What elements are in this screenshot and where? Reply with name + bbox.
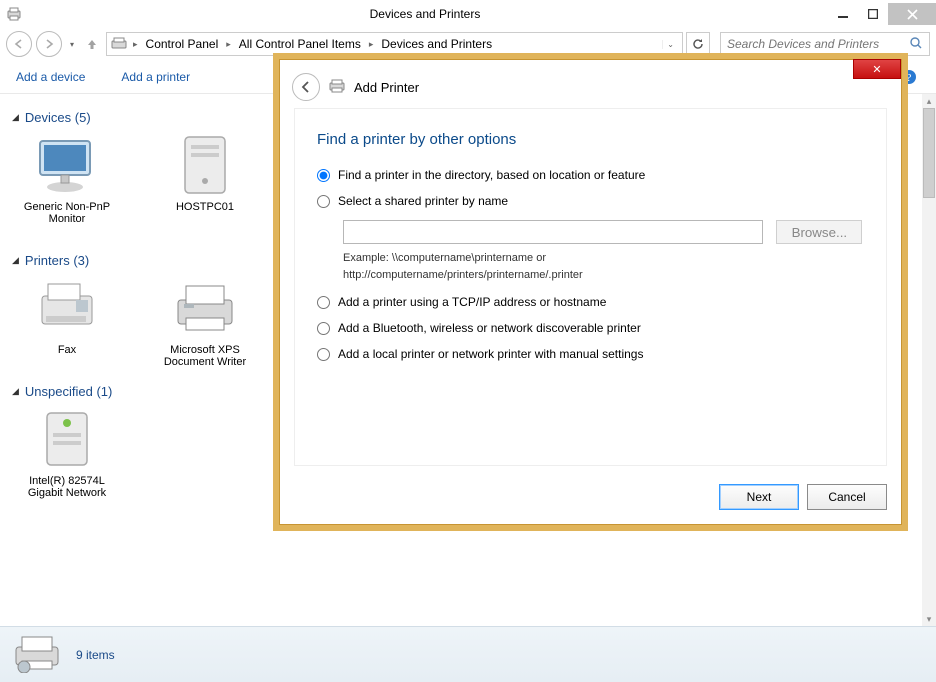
collapse-icon: ◢ [12, 386, 19, 397]
device-item-nic[interactable]: Intel(R) 82574L Gigabit Network [12, 407, 122, 499]
nav-up-button[interactable] [82, 34, 102, 54]
nav-forward-button[interactable] [36, 31, 62, 57]
add-device-link[interactable]: Add a device [16, 70, 85, 84]
radio-shared-name[interactable] [317, 195, 330, 208]
wizard-header: Add Printer [280, 60, 901, 108]
search-icon[interactable] [909, 36, 923, 53]
option-tcpip-label: Add a printer using a TCP/IP address or … [338, 295, 606, 309]
option-directory[interactable]: Find a printer in the directory, based o… [317, 168, 864, 182]
radio-tcpip[interactable] [317, 296, 330, 309]
maximize-button[interactable] [858, 3, 888, 25]
search-input[interactable] [727, 37, 903, 51]
status-text: 9 items [76, 648, 115, 662]
option-local[interactable]: Add a local printer or network printer w… [317, 347, 864, 361]
folder-printer-icon [111, 35, 129, 54]
breadcrumb-separator-icon[interactable]: ▸ [224, 39, 233, 50]
wizard-title: Add Printer [354, 80, 419, 95]
crumb-control-panel[interactable]: Control Panel [142, 35, 223, 53]
radio-bluetooth[interactable] [317, 322, 330, 335]
crumb-devices-printers[interactable]: Devices and Printers [377, 35, 496, 53]
pc-tower-icon [169, 133, 241, 197]
fax-icon [31, 276, 103, 340]
next-button[interactable]: Next [719, 484, 799, 510]
crumb-all-items[interactable]: All Control Panel Items [235, 35, 365, 53]
printer-app-icon [6, 6, 22, 22]
add-printer-dialog: ✕ Add Printer Find a printer by other op… [279, 59, 902, 525]
printer-item-fax[interactable]: Fax [12, 276, 122, 368]
item-label: Generic Non-PnP Monitor [12, 201, 122, 225]
scroll-down-icon[interactable]: ▾ [922, 612, 936, 626]
window-title: Devices and Printers [22, 7, 828, 21]
add-printer-link[interactable]: Add a printer [121, 70, 190, 84]
item-label: Microsoft XPS Document Writer [150, 344, 260, 368]
collapse-icon: ◢ [12, 112, 19, 123]
nav-history-dropdown[interactable]: ▾ [66, 40, 78, 49]
group-label-printers: Printers (3) [25, 253, 89, 268]
option-directory-label: Find a printer in the directory, based o… [338, 168, 645, 182]
radio-directory[interactable] [317, 169, 330, 182]
address-dropdown-icon[interactable]: ⌄ [662, 40, 678, 49]
group-label-devices: Devices (5) [25, 110, 91, 125]
shared-name-row: Browse... [343, 220, 864, 244]
wizard-heading: Find a printer by other options [317, 131, 864, 148]
item-label: Fax [58, 344, 76, 356]
cancel-button[interactable]: Cancel [807, 484, 887, 510]
option-bluetooth-label: Add a Bluetooth, wireless or network dis… [338, 321, 641, 335]
status-bar: 9 items [0, 626, 936, 682]
address-bar[interactable]: ▸ Control Panel ▸ All Control Panel Item… [106, 32, 683, 56]
printer-item-xps[interactable]: Microsoft XPS Document Writer [150, 276, 260, 368]
group-label-unspecified: Unspecified (1) [25, 384, 112, 399]
example-text: Example: \\computername\printername or h… [343, 250, 763, 283]
nav-back-button[interactable] [6, 31, 32, 57]
svg-text:?: ? [907, 72, 912, 84]
minimize-button[interactable] [828, 3, 858, 25]
dialog-close-button[interactable]: ✕ [853, 59, 901, 79]
window-titlebar: Devices and Printers [0, 0, 936, 28]
scrollbar-thumb[interactable] [923, 108, 935, 198]
item-label: HOSTPC01 [176, 201, 234, 213]
printer-icon [169, 276, 241, 340]
breadcrumb-separator-icon[interactable]: ▸ [131, 39, 140, 50]
option-shared-name-label: Select a shared printer by name [338, 194, 508, 208]
wizard-body: Find a printer by other options Find a p… [294, 108, 887, 466]
nic-icon [31, 407, 103, 471]
option-bluetooth[interactable]: Add a Bluetooth, wireless or network dis… [317, 321, 864, 335]
printer-name-input[interactable] [343, 220, 763, 244]
device-item-hostpc[interactable]: HOSTPC01 [150, 133, 260, 237]
option-tcpip[interactable]: Add a printer using a TCP/IP address or … [317, 295, 864, 309]
status-printer-icon [10, 633, 64, 676]
option-local-label: Add a local printer or network printer w… [338, 347, 643, 361]
nav-row: ▾ ▸ Control Panel ▸ All Control Panel It… [0, 28, 936, 60]
wizard-buttons: Next Cancel [719, 484, 887, 510]
radio-local[interactable] [317, 348, 330, 361]
window-close-button[interactable] [888, 3, 936, 25]
refresh-button[interactable] [686, 32, 710, 56]
monitor-icon [31, 133, 103, 197]
browse-button[interactable]: Browse... [776, 220, 862, 244]
item-label: Intel(R) 82574L Gigabit Network [12, 475, 122, 499]
option-shared-name[interactable]: Select a shared printer by name [317, 194, 864, 208]
breadcrumb-separator-icon[interactable]: ▸ [367, 39, 376, 50]
scroll-up-icon[interactable]: ▴ [922, 94, 936, 108]
search-box[interactable] [720, 32, 930, 56]
printer-icon [328, 78, 346, 97]
wizard-back-button[interactable] [292, 73, 320, 101]
device-item-monitor[interactable]: Generic Non-PnP Monitor [12, 133, 122, 237]
collapse-icon: ◢ [12, 255, 19, 266]
vertical-scrollbar[interactable]: ▴ ▾ [922, 94, 936, 626]
